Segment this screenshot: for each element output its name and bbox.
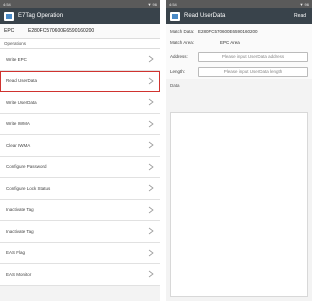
chevron-right-icon xyxy=(148,55,154,63)
op-inactivate-tag[interactable]: Inactivate Tag xyxy=(0,200,160,221)
chevron-right-icon xyxy=(148,77,154,85)
data-label: Data xyxy=(170,83,180,88)
operations-header: Operations xyxy=(0,38,160,49)
read-form: Match Data: E280FC570600E6590160200 Matc… xyxy=(166,24,312,79)
right-phone-screen: 4:54 ▼ 96 Read UserData Read Match Data:… xyxy=(166,0,312,301)
op-label: EAS Monitor xyxy=(6,271,32,277)
match-data-value: E280FC570600E6590160200 xyxy=(198,29,258,34)
op-eas-monitor[interactable]: EAS Monitor xyxy=(0,264,160,286)
address-row: Address: Please input UserData address xyxy=(170,51,308,62)
chevron-right-icon xyxy=(148,141,154,149)
app-bar: Read UserData Read xyxy=(166,8,312,24)
op-eas-flag[interactable]: EAS Flag xyxy=(0,243,160,264)
app-title: E7Tag Operation xyxy=(18,13,64,19)
chevron-right-icon xyxy=(148,249,154,257)
op-write-userdata[interactable]: Write UserData xyxy=(0,92,160,114)
op-label: Inactivate Tag xyxy=(6,228,34,234)
match-data-row: Match Data: E280FC570600E6590160200 xyxy=(170,26,308,37)
op-write-iwma[interactable]: Write IWMA xyxy=(0,114,160,135)
app-bar: E7Tag Operation xyxy=(0,8,160,24)
op-label: Configure Lock Status xyxy=(6,185,51,191)
status-bar: 4:54 ▼ 96 xyxy=(0,0,160,8)
op-configure-lock-status[interactable]: Configure Lock Status xyxy=(0,178,160,200)
app-logo-icon xyxy=(170,11,180,21)
status-icons: ▼ 96 xyxy=(299,1,309,7)
status-bar: 4:54 ▼ 96 xyxy=(166,0,312,8)
chevron-right-icon xyxy=(148,120,154,128)
op-clear-iwma[interactable]: Clear IWMA xyxy=(0,135,160,157)
chevron-right-icon xyxy=(148,206,154,214)
op-label: Configure Password xyxy=(6,164,47,169)
op-label: Write UserData xyxy=(6,99,37,105)
op-inactivate-tag-2[interactable]: Inactivate Tag xyxy=(0,221,160,243)
op-read-userdata[interactable]: Read UserData xyxy=(0,70,160,92)
length-label: Length: xyxy=(170,69,186,74)
chevron-right-icon xyxy=(148,270,154,278)
left-phone-screen: 4:54 ▼ 96 E7Tag Operation EPC E280FC5706… xyxy=(0,0,160,301)
op-label: Write IWMA xyxy=(6,121,30,126)
chevron-right-icon xyxy=(148,227,154,235)
read-button[interactable]: Read xyxy=(294,13,306,19)
address-label: Address: xyxy=(170,54,188,59)
match-area-value: EPC Area xyxy=(220,40,240,45)
app-title: Read UserData xyxy=(184,13,226,19)
address-input[interactable]: Please input UserData address xyxy=(198,51,308,62)
match-area-row: Match Area: EPC Area xyxy=(170,37,308,48)
app-logo-icon xyxy=(4,11,14,21)
data-output-area[interactable] xyxy=(170,112,308,297)
op-write-epc[interactable]: Write EPC xyxy=(0,49,160,71)
op-label: Write EPC xyxy=(6,56,27,62)
op-label: Read UserData xyxy=(6,78,38,83)
op-label: Inactivate Tag xyxy=(6,207,34,212)
epc-value: E280FC570600E6590160200 xyxy=(28,28,95,34)
match-data-label: Match Data: xyxy=(170,29,195,34)
epc-label: EPC xyxy=(4,28,15,34)
epc-row: EPC E280FC570600E6590160200 xyxy=(0,24,160,38)
chevron-right-icon xyxy=(148,184,154,192)
match-area-label: Match Area: xyxy=(170,40,195,45)
status-time: 4:54 xyxy=(3,1,11,7)
status-icons: ▼ 96 xyxy=(147,1,157,7)
length-input[interactable]: Please input UserData length xyxy=(198,66,308,77)
status-time: 4:54 xyxy=(169,1,177,7)
op-label: EAS Flag xyxy=(6,250,26,255)
chevron-right-icon xyxy=(148,163,154,171)
op-configure-password[interactable]: Configure Password xyxy=(0,157,160,178)
length-row: Length: Please input UserData length xyxy=(170,66,308,77)
operations-list: Write EPC Read UserData Write UserData W… xyxy=(0,49,160,286)
chevron-right-icon xyxy=(148,98,154,106)
op-label: Clear IWMA xyxy=(6,142,31,148)
